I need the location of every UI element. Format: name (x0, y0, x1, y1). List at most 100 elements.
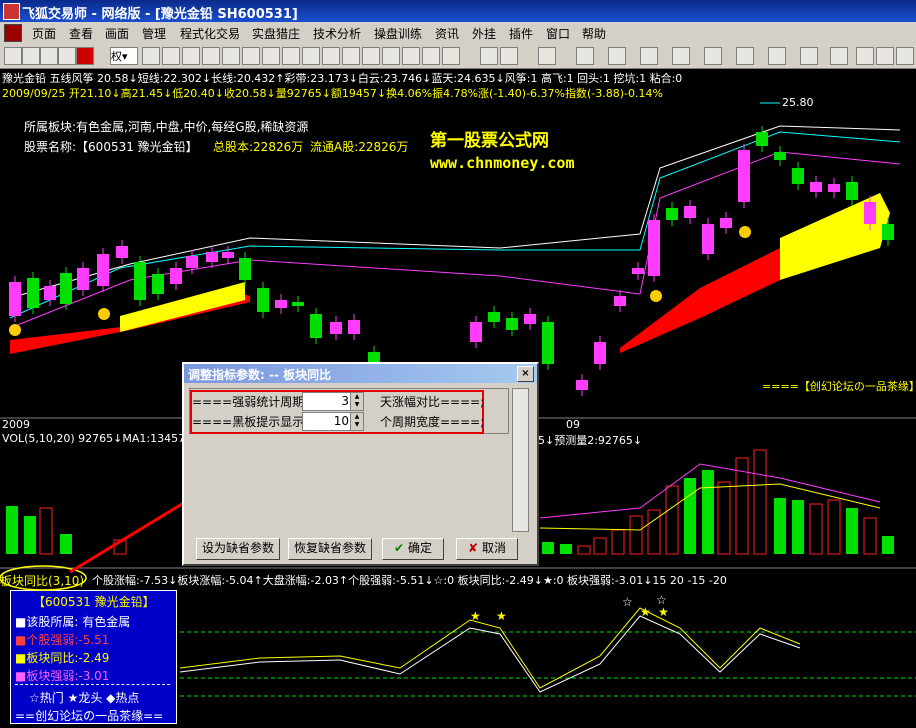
infobox-stock-strength: ■个股强弱:-5.51 (15, 633, 110, 647)
volume-bar (702, 470, 714, 554)
grid2-icon[interactable] (322, 47, 340, 65)
split-icon[interactable] (362, 47, 380, 65)
cursor-icon[interactable] (480, 47, 498, 65)
candle-body (488, 312, 500, 322)
candle-body (9, 282, 21, 316)
candle-body (97, 254, 109, 286)
menu-bar: 页面 查看 画面 管理 程式化交易 实盘猎庄 技术分析 操盘训练 资讯 外挂 插… (0, 22, 916, 44)
infobox-legend: ☆热门 ★龙头 ◆热点 (29, 691, 140, 705)
volume-bar (113, 539, 127, 555)
menu-window[interactable]: 窗口 (546, 25, 570, 42)
tile-icon[interactable] (382, 47, 400, 65)
ok-button[interactable]: ✔ 确定 (382, 538, 444, 560)
candle-body (846, 182, 858, 200)
menu-view[interactable]: 查看 (69, 25, 93, 42)
fib-tool-icon[interactable] (640, 47, 658, 65)
volume-bar (577, 545, 591, 555)
candle-body (542, 322, 554, 364)
star-marker: ★ (496, 609, 507, 623)
menu-help[interactable]: 帮助 (582, 25, 606, 42)
book-icon[interactable] (222, 47, 240, 65)
channel-tool-icon[interactable] (576, 47, 594, 65)
sheet-icon[interactable] (282, 47, 300, 65)
menu-news[interactable]: 资讯 (435, 25, 459, 42)
zoom-icon[interactable] (58, 47, 76, 65)
curve-icon[interactable] (442, 47, 460, 65)
dialog-scrollbar[interactable] (512, 388, 529, 532)
restore-default-button[interactable]: 恢复缺省参数 (288, 538, 372, 560)
dialog-title-bar[interactable]: 调整指标参数: -- 板块同比 × (184, 364, 537, 383)
sector-info: 所属板块:有色金属,河南,中盘,中价,每经G股,稀缺资源 (24, 120, 309, 134)
menu-canvas[interactable]: 画面 (105, 25, 129, 42)
help-icon[interactable] (422, 47, 440, 65)
stock-info-box: 【600531 豫光金铅】 ■该股所属: 有色金属 ■个股强弱:-5.51 ■板… (10, 590, 177, 724)
layout-icon[interactable] (342, 47, 360, 65)
candle-icon[interactable] (182, 47, 200, 65)
watermark-title: 第一股票公式网 (430, 131, 549, 151)
total-shares-info: 总股本:22826万 (213, 140, 304, 154)
star-marker: ★ (640, 605, 651, 619)
cross-tool-icon[interactable] (830, 47, 848, 65)
dialog-title: 调整指标参数: -- 板块同比 (188, 368, 332, 382)
ellipse-tool-icon[interactable] (736, 47, 754, 65)
volume-bar (611, 529, 625, 555)
volume-bar (792, 500, 804, 554)
volume-bar (24, 516, 36, 554)
volume-bar (593, 537, 607, 555)
menu-tech-analysis[interactable]: 技术分析 (313, 25, 361, 42)
menu-trading-practice[interactable]: 操盘训练 (374, 25, 422, 42)
fan-tool-icon[interactable] (608, 47, 626, 65)
param1-value: 3 (341, 394, 349, 408)
menu-addons[interactable]: 插件 (509, 25, 533, 42)
ma-magenta-line (9, 151, 901, 329)
hide-tool-icon[interactable] (896, 47, 914, 65)
delete-tool-icon[interactable] (856, 47, 874, 65)
cancel-button[interactable]: ✘ 取消 (456, 538, 518, 560)
menu-plugins-ext[interactable]: 外挂 (472, 25, 496, 42)
hline-tool-icon[interactable] (538, 47, 556, 65)
month-label: 09 (566, 418, 580, 431)
cascade-icon[interactable] (402, 47, 420, 65)
rsi-icon[interactable] (40, 47, 58, 65)
param1-spinner[interactable]: 3 ▲ ▼ (302, 392, 364, 411)
menu-program-trading[interactable]: 程式化交易 (180, 25, 240, 42)
gann-tool-icon[interactable] (672, 47, 690, 65)
param2-spin-buttons[interactable]: ▲ ▼ (350, 413, 363, 430)
year-label: 2009 (2, 418, 30, 431)
chart-icon[interactable] (162, 47, 180, 65)
param1-spin-buttons[interactable]: ▲ ▼ (350, 393, 363, 410)
menu-page[interactable]: 页面 (32, 25, 56, 42)
menu-manage[interactable]: 管理 (142, 25, 166, 42)
menu-live-hunt[interactable]: 实盘猎庄 (252, 25, 300, 42)
window-icon[interactable] (302, 47, 320, 65)
text-tool-icon[interactable] (768, 47, 786, 65)
volume-bar (882, 536, 894, 554)
infobox-sector-yoy: ■板块同比:-2.49 (15, 651, 110, 665)
infobox-sector-strength: ■板块强弱:-3.01 (15, 669, 110, 683)
rect-tool-icon[interactable] (704, 47, 722, 65)
smiley-icon (9, 324, 21, 336)
watermark-url: www.chnmoney.com (430, 154, 575, 172)
param2-spinner[interactable]: 10 ▲ ▼ (302, 412, 364, 431)
lock-icon[interactable] (142, 47, 160, 65)
list-icon[interactable] (242, 47, 260, 65)
credit-text: ====【创幻论坛の一品茶缘】 (762, 380, 916, 393)
table-icon[interactable] (262, 47, 280, 65)
star-marker: ★ (470, 609, 481, 623)
set-default-button[interactable]: 设为缺省参数 (196, 538, 280, 560)
doc-icon[interactable] (4, 24, 22, 42)
rights-dropdown[interactable]: 权▾ (110, 47, 138, 65)
candle-body (594, 342, 606, 364)
line-tool-icon[interactable] (500, 47, 518, 65)
pin-icon[interactable] (4, 47, 22, 65)
volume-bar (863, 517, 877, 555)
dialog-close-button[interactable]: × (517, 366, 534, 382)
marker-tool-icon[interactable] (800, 47, 818, 65)
minus-icon[interactable] (76, 47, 94, 65)
bar-icon[interactable] (202, 47, 220, 65)
candle-body (292, 302, 304, 306)
settings-tool-icon[interactable] (876, 47, 894, 65)
candle-body (310, 314, 322, 338)
toolbar: 权▾ (0, 43, 916, 69)
grid-icon[interactable] (22, 47, 40, 65)
